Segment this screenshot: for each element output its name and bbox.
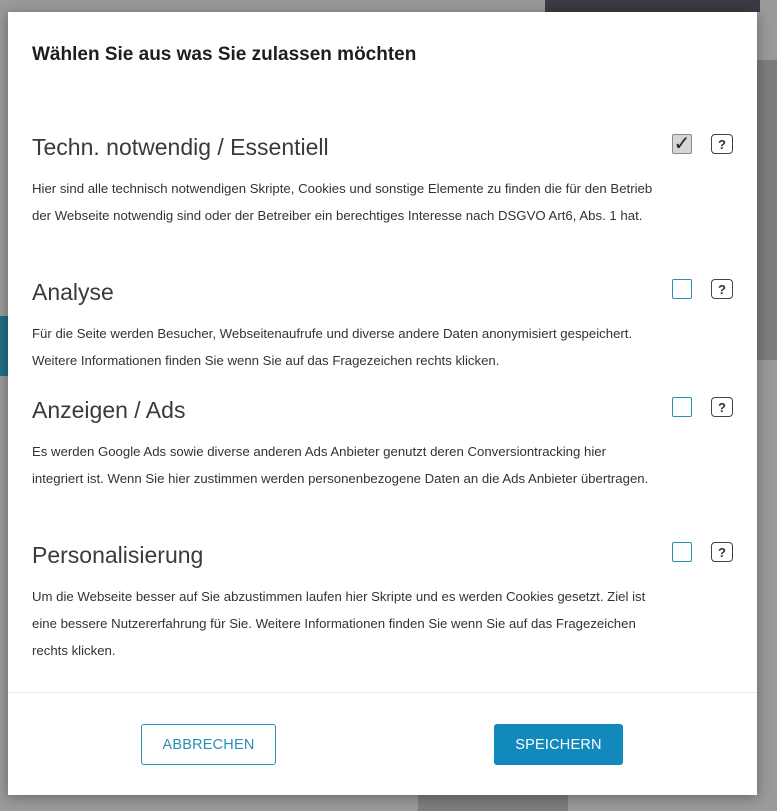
cancel-button[interactable]: ABBRECHEN <box>141 724 276 765</box>
analytics-checkbox[interactable] <box>672 279 692 299</box>
section-description: Hier sind alle technisch notwendigen Skr… <box>32 181 653 223</box>
footer-divider <box>8 692 757 693</box>
consent-section-ads: Anzeigen / Ads ? Es werden Google Ads so… <box>32 396 733 492</box>
consent-section-personalization: Personalisierung ? Um die Webseite besse… <box>32 541 733 664</box>
section-description: Es werden Google Ads sowie diverse ander… <box>32 444 649 486</box>
consent-section-essential: Techn. notwendig / Essentiell ✓ ? Hier s… <box>32 133 733 229</box>
dialog-title: Wählen Sie aus was Sie zulassen möchten <box>32 44 417 65</box>
help-icon[interactable]: ? <box>711 397 733 417</box>
ads-checkbox[interactable] <box>672 397 692 417</box>
help-icon[interactable]: ? <box>711 279 733 299</box>
background-header-fragment <box>545 0 760 12</box>
personalization-checkbox[interactable] <box>672 542 692 562</box>
background-image-fragment <box>757 60 777 360</box>
section-heading: Techn. notwendig / Essentiell <box>32 134 329 160</box>
section-heading: Analyse <box>32 279 114 305</box>
section-description: Um die Webseite besser auf Sie abzustimm… <box>32 589 646 658</box>
save-button[interactable]: SPEICHERN <box>494 724 623 765</box>
cookie-consent-dialog: Wählen Sie aus was Sie zulassen möchten … <box>8 12 757 795</box>
consent-section-analytics: Analyse ? Für die Seite werden Besucher,… <box>32 278 733 374</box>
help-icon[interactable]: ? <box>711 134 733 154</box>
section-heading: Anzeigen / Ads <box>32 397 186 423</box>
background-button-fragment <box>0 316 8 376</box>
section-heading: Personalisierung <box>32 542 204 568</box>
essential-checkbox[interactable]: ✓ <box>672 134 692 154</box>
checkmark-icon: ✓ <box>673 133 691 155</box>
section-description: Für die Seite werden Besucher, Webseiten… <box>32 326 633 368</box>
help-icon[interactable]: ? <box>711 542 733 562</box>
background-footer-fragment <box>418 795 568 811</box>
